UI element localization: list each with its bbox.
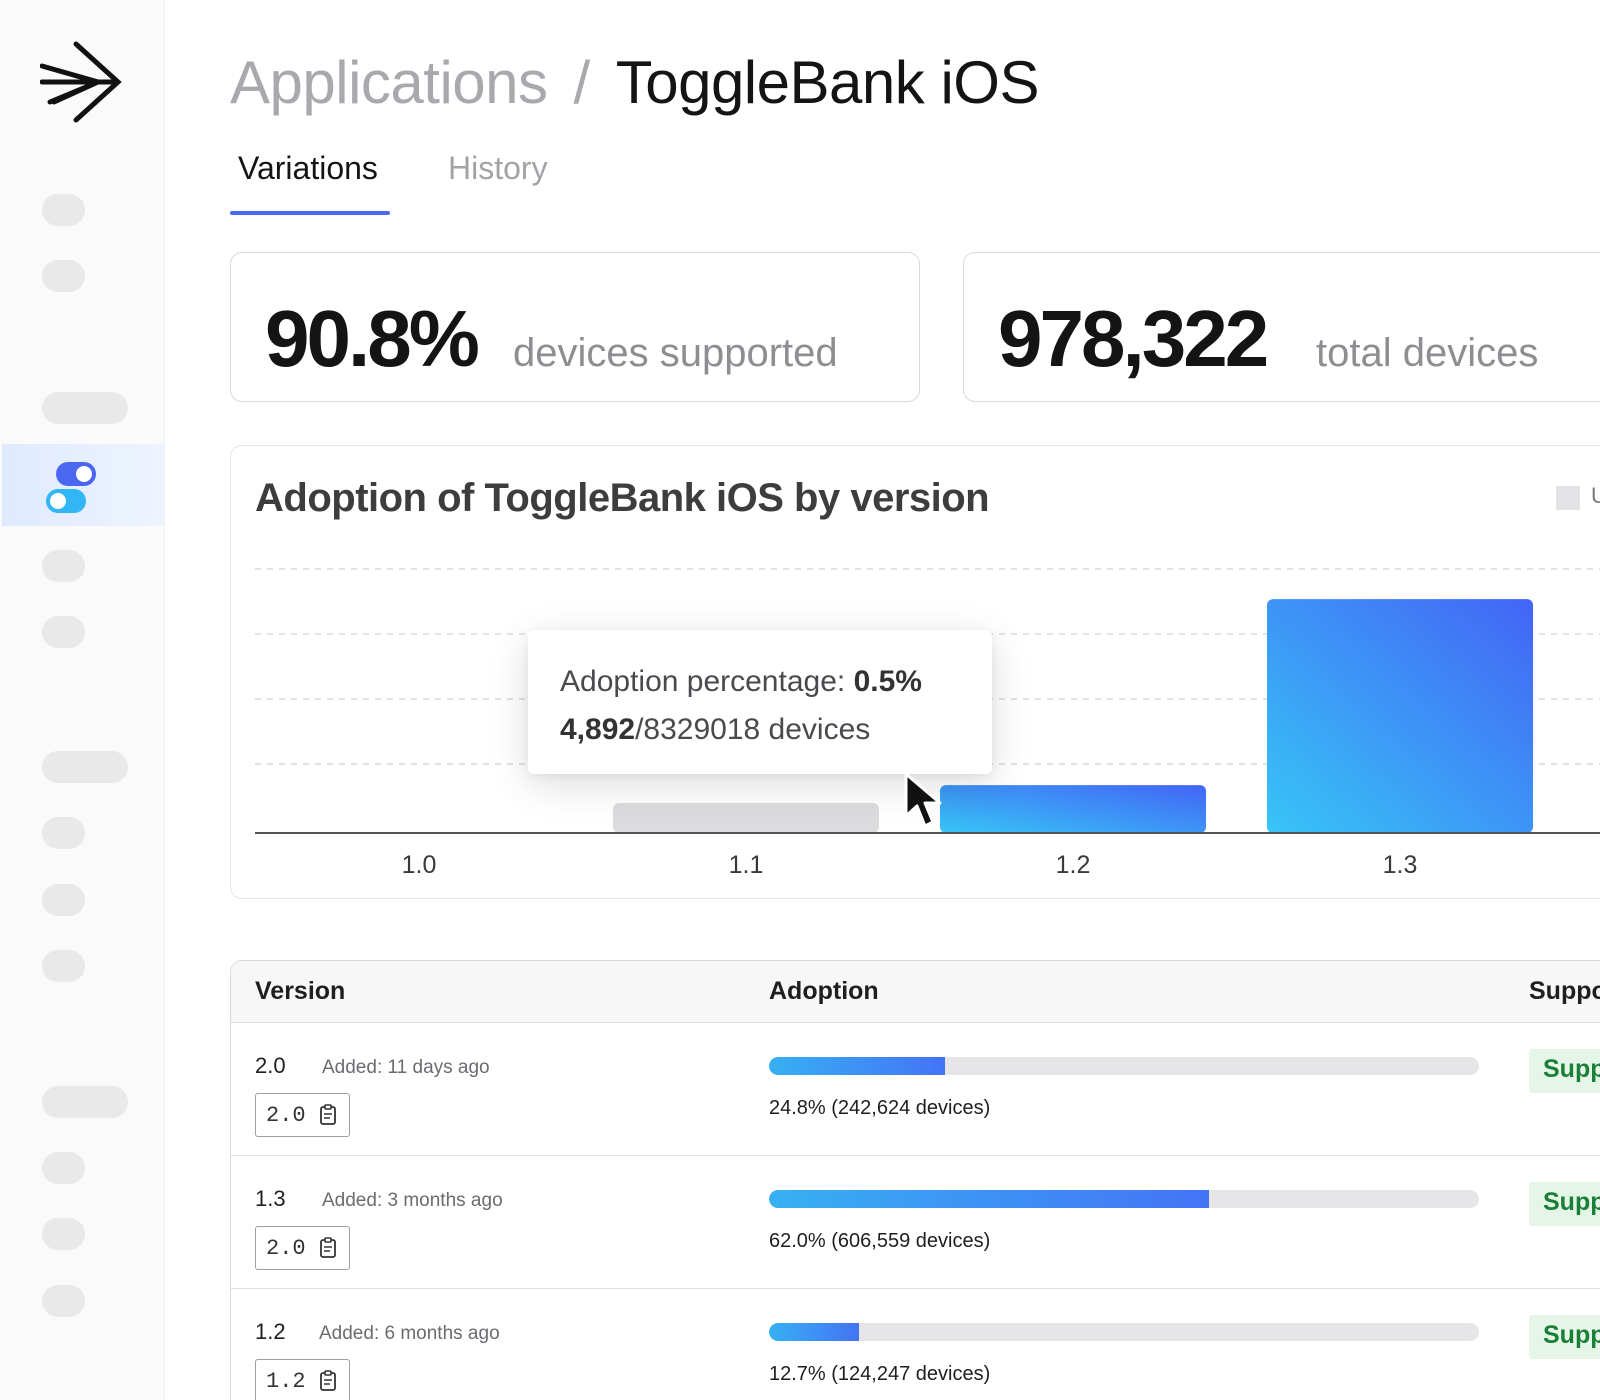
chart-tooltip: Adoption percentage: 0.5% 4,892/8329018 … — [528, 630, 992, 774]
nav-placeholder[interactable] — [42, 550, 85, 582]
adoption-progress-bar — [769, 1190, 1479, 1208]
page-title: ToggleBank iOS — [615, 49, 1040, 116]
version-code-chip[interactable]: 2.0 — [255, 1093, 350, 1137]
sidebar — [0, 0, 165, 1400]
breadcrumb-applications-link[interactable]: Applications — [230, 49, 548, 116]
adoption-progress-bar — [769, 1057, 1479, 1075]
table-row[interactable]: 1.2 Added: 6 months ago 1.2 12.7% (124,2… — [231, 1289, 1600, 1400]
launchdarkly-arrow-logo[interactable] — [40, 40, 124, 124]
version-number: 1.2 — [255, 1319, 286, 1344]
clipboard-copy-icon[interactable] — [319, 1237, 337, 1259]
version-number: 1.3 — [255, 1186, 286, 1211]
chart-bar-1.2[interactable] — [940, 785, 1206, 833]
status-badge: Supp — [1529, 1049, 1600, 1093]
status-badge: Supp — [1529, 1182, 1600, 1226]
clipboard-copy-icon[interactable] — [319, 1104, 337, 1126]
nav-placeholder[interactable] — [42, 1086, 128, 1118]
tab-variations[interactable]: Variations — [238, 150, 378, 187]
stat-label: devices supported — [513, 331, 838, 375]
tooltip-line-devices: 4,892/8329018 devices — [560, 706, 960, 754]
tooltip-line-percentage: Adoption percentage: 0.5% — [560, 658, 960, 706]
adoption-progress-bar — [769, 1323, 1479, 1341]
chart-bar-1.1[interactable] — [613, 803, 879, 833]
column-header-support[interactable]: Suppo — [1529, 977, 1600, 1006]
versions-table: Version Adoption Suppo 2.0 Added: 11 day… — [230, 960, 1600, 1400]
mouse-pointer-icon — [904, 772, 942, 828]
version-code-text: 2.0 — [266, 1103, 306, 1128]
version-added-date: Added: 3 months ago — [322, 1190, 503, 1211]
breadcrumb: Applications / ToggleBank iOS — [230, 48, 1039, 117]
table-header: Version Adoption Suppo — [231, 961, 1600, 1023]
nav-placeholder[interactable] — [42, 751, 128, 783]
adoption-text: 12.7% (124,247 devices) — [769, 1363, 991, 1385]
version-code-text: 1.2 — [266, 1369, 306, 1394]
version-number: 2.0 — [255, 1053, 286, 1078]
stat-card-supported: 90.8% devices supported — [230, 252, 920, 402]
nav-placeholder[interactable] — [42, 260, 85, 292]
x-tick-label: 1.1 — [729, 851, 764, 879]
nav-placeholder[interactable] — [42, 1152, 85, 1184]
version-added-date: Added: 6 months ago — [319, 1323, 500, 1344]
table-row[interactable]: 2.0 Added: 11 days ago 2.0 24.8% (242,62… — [231, 1023, 1600, 1156]
column-header-adoption[interactable]: Adoption — [769, 977, 879, 1006]
adoption-text: 24.8% (242,624 devices) — [769, 1097, 991, 1119]
adoption-progress-fill — [769, 1057, 946, 1075]
clipboard-copy-icon[interactable] — [319, 1370, 337, 1392]
active-tab-indicator — [230, 211, 390, 215]
tooltip-label: Adoption percentage: — [560, 665, 854, 698]
chart-bar-1.3[interactable] — [1267, 599, 1533, 833]
nav-placeholder[interactable] — [42, 817, 85, 849]
table-row[interactable]: 1.3 Added: 3 months ago 2.0 62.0% (606,5… — [231, 1156, 1600, 1289]
nav-placeholder[interactable] — [42, 1285, 85, 1317]
x-tick-label: 1.0 — [402, 851, 437, 879]
nav-placeholder[interactable] — [42, 392, 128, 424]
version-added-date: Added: 11 days ago — [322, 1057, 490, 1078]
breadcrumb-separator: / — [573, 49, 591, 116]
status-badge: Supp — [1529, 1315, 1600, 1359]
tooltip-total: /8329018 devices — [635, 713, 871, 746]
x-tick-label: 1.2 — [1056, 851, 1091, 879]
nav-placeholder[interactable] — [42, 950, 85, 982]
version-code-chip[interactable]: 1.2 — [255, 1359, 350, 1400]
toggle-switch-icon — [46, 462, 96, 513]
nav-placeholder[interactable] — [42, 616, 85, 648]
x-tick-label: 1.3 — [1383, 851, 1418, 879]
stat-value: 978,322 — [998, 294, 1269, 383]
stat-card-total: 978,322 total devices — [963, 252, 1600, 402]
nav-placeholder[interactable] — [42, 884, 85, 916]
tooltip-value: 0.5% — [853, 665, 922, 698]
tab-history[interactable]: History — [448, 150, 548, 187]
tooltip-count: 4,892 — [560, 713, 636, 746]
version-code-chip[interactable]: 2.0 — [255, 1226, 350, 1270]
adoption-progress-fill — [769, 1190, 1210, 1208]
nav-placeholder[interactable] — [42, 194, 85, 226]
adoption-text: 62.0% (606,559 devices) — [769, 1230, 991, 1252]
version-code-text: 2.0 — [266, 1236, 306, 1261]
adoption-progress-fill — [769, 1323, 860, 1341]
stat-value: 90.8% — [265, 294, 480, 383]
nav-placeholder[interactable] — [42, 1218, 85, 1250]
stat-label: total devices — [1316, 331, 1539, 375]
column-header-version[interactable]: Version — [255, 977, 345, 1006]
